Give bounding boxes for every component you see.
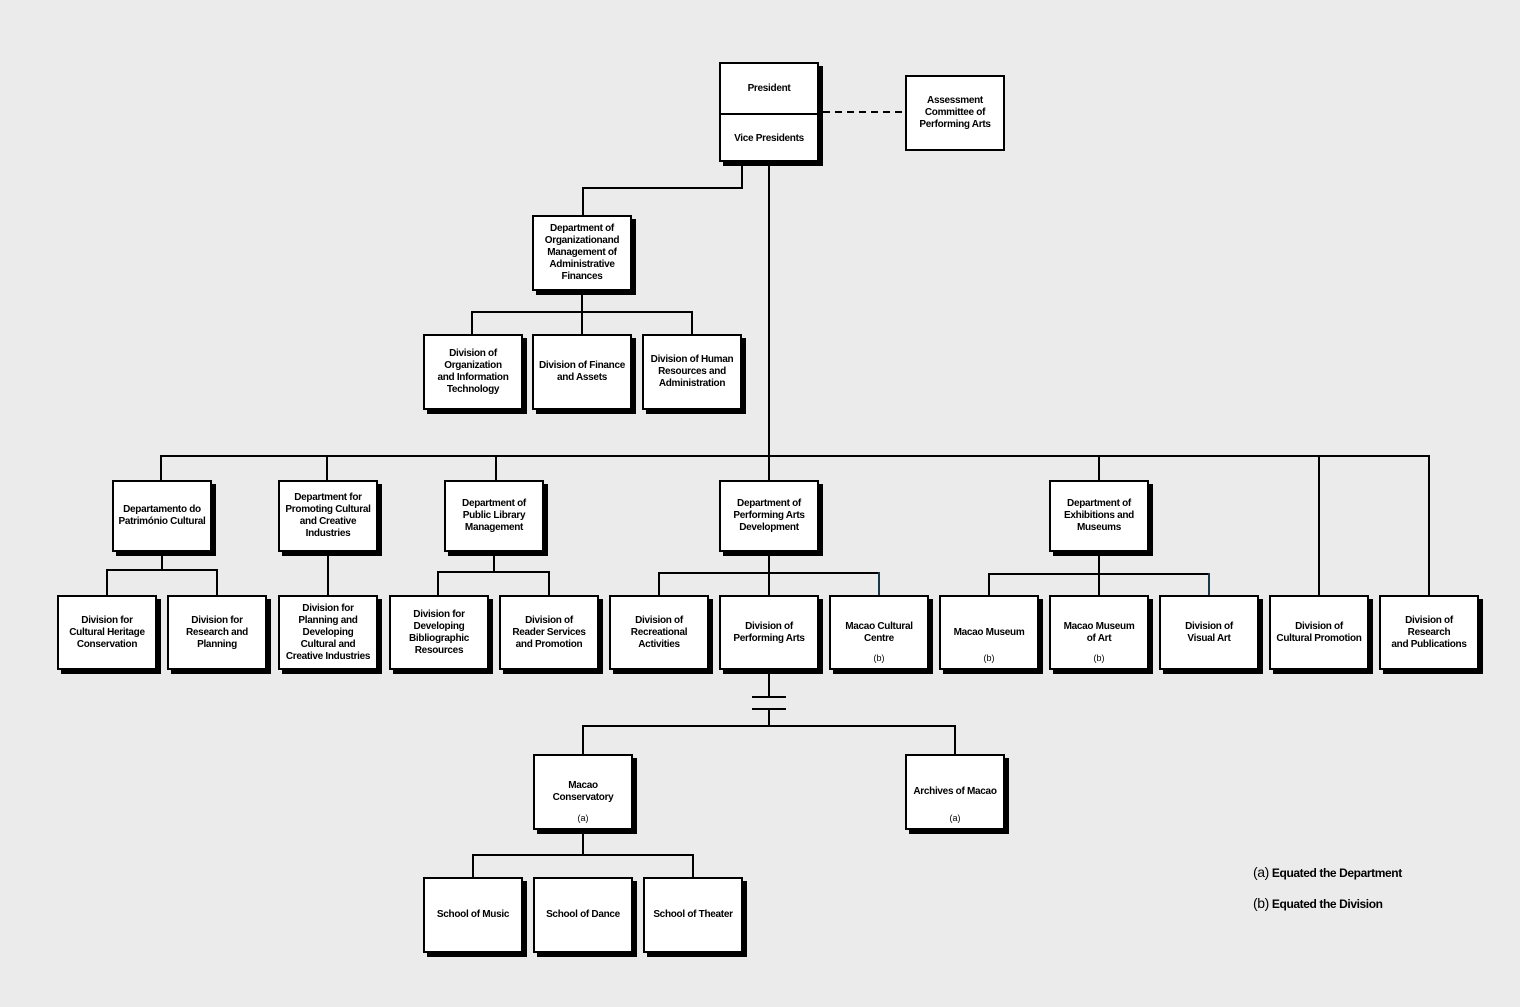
equated-unit-label: Archives of Macao bbox=[913, 786, 997, 797]
department-label: Department for Promoting Cultural and Cr… bbox=[285, 492, 371, 539]
division-box[interactable]: Division for Planning and Developing Cul… bbox=[278, 595, 378, 670]
admin-division-box[interactable]: Division of Human Resources and Administ… bbox=[642, 334, 742, 410]
division-label: Macao Museum of Art bbox=[1063, 620, 1135, 644]
admin-division-box[interactable]: Division of Organization and Information… bbox=[423, 334, 523, 410]
equated-unit-box[interactable]: Archives of Macao (a) bbox=[905, 754, 1005, 830]
direct-division-label: Division of Research and Publications bbox=[1391, 614, 1467, 650]
legend-mark: (a) bbox=[1253, 864, 1269, 880]
assessment-committee-box[interactable]: Assessment Committee of Performing Arts bbox=[905, 75, 1005, 151]
school-box[interactable]: School of Dance bbox=[533, 877, 633, 953]
admin-finance-department-box[interactable]: Department of Organizationand Management… bbox=[532, 215, 632, 291]
org-chart: President Vice Presidents Assessment Com… bbox=[0, 0, 1520, 1007]
department-box[interactable]: Department for Promoting Cultural and Cr… bbox=[278, 480, 378, 552]
department-label: Department of Performing Arts Developmen… bbox=[733, 498, 805, 533]
division-box[interactable]: Division for Research and Planning bbox=[167, 595, 267, 670]
equated-unit-box[interactable]: Macao Conservatory (a) bbox=[533, 754, 633, 830]
department-label: Department of Public Library Management bbox=[462, 498, 526, 533]
legend-text: Equated the Division bbox=[1271, 897, 1383, 911]
division-box[interactable]: Division of Reader Services and Promotio… bbox=[499, 595, 599, 670]
admin-division-box[interactable]: Division of Finance and Assets bbox=[532, 334, 632, 410]
department-label: Departamento do Património Cultural bbox=[118, 504, 206, 527]
equated-note: (b) bbox=[873, 653, 885, 663]
department-label: Department of Exhibitions and Museums bbox=[1064, 498, 1134, 533]
equated-note: (b) bbox=[983, 653, 995, 663]
direct-division-label: Division of Cultural Promotion bbox=[1276, 620, 1362, 644]
division-label: Division for Research and Planning bbox=[186, 614, 248, 650]
equated-note: (a) bbox=[949, 813, 961, 823]
school-label: School of Theater bbox=[653, 909, 733, 920]
direct-division-box[interactable]: Division of Research and Publications bbox=[1379, 595, 1479, 670]
admin-division-label: Division of Organization and Information… bbox=[437, 348, 509, 395]
department-box[interactable]: Departamento do Património Cultural bbox=[112, 480, 212, 552]
legend-text: Equated the Department bbox=[1271, 866, 1402, 880]
school-box[interactable]: School of Theater bbox=[643, 877, 743, 953]
admin-finance-department-label: Department of Organizationand Management… bbox=[544, 223, 620, 282]
school-box[interactable]: School of Music bbox=[423, 877, 523, 953]
division-box[interactable]: Division for Developing Bibliographic Re… bbox=[389, 595, 489, 670]
president-label: President bbox=[747, 82, 791, 94]
equated-unit-label: Macao Conservatory bbox=[552, 780, 614, 803]
division-box[interactable]: Division of Recreational Activities bbox=[609, 595, 709, 670]
admin-division-label: Division of Human Resources and Administ… bbox=[650, 354, 734, 389]
division-box[interactable]: Division for Cultural Heritage Conservat… bbox=[57, 595, 157, 670]
division-label: Macao Museum bbox=[953, 626, 1025, 638]
school-label: School of Dance bbox=[546, 909, 620, 920]
assessment-committee-label: Assessment Committee of Performing Arts bbox=[919, 95, 991, 130]
president-box[interactable]: President Vice Presidents bbox=[719, 62, 819, 162]
legend-item-a: (a) Equated the Department bbox=[1253, 864, 1402, 880]
equated-note: (b) bbox=[1093, 653, 1105, 663]
division-box[interactable]: Division of Visual Art bbox=[1159, 595, 1259, 670]
department-box[interactable]: Department of Performing Arts Developmen… bbox=[719, 480, 819, 552]
division-box[interactable]: Macao Museum (b) bbox=[939, 595, 1039, 670]
department-box[interactable]: Department of Exhibitions and Museums bbox=[1049, 480, 1149, 552]
division-box[interactable]: Division of Performing Arts bbox=[719, 595, 819, 670]
division-label: Division for Planning and Developing Cul… bbox=[285, 602, 371, 662]
legend-mark: (b) bbox=[1253, 895, 1269, 911]
school-label: School of Music bbox=[436, 909, 510, 920]
admin-division-label: Division of Finance and Assets bbox=[539, 360, 625, 383]
vice-presidents-label-wrap: Vice Presidents bbox=[721, 115, 817, 162]
division-label: Macao Cultural Centre bbox=[845, 620, 913, 644]
department-box[interactable]: Department of Public Library Management bbox=[444, 480, 544, 552]
division-label: Division for Cultural Heritage Conservat… bbox=[69, 614, 145, 650]
legend-item-b: (b) Equated the Division bbox=[1253, 895, 1383, 911]
division-label: Division of Visual Art bbox=[1185, 620, 1233, 644]
division-box[interactable]: Macao Cultural Centre (b) bbox=[829, 595, 929, 670]
equated-note: (a) bbox=[577, 813, 589, 823]
division-label: Division of Reader Services and Promotio… bbox=[512, 614, 586, 650]
division-label: Division of Recreational Activities bbox=[630, 614, 688, 650]
vice-presidents-label: Vice Presidents bbox=[734, 132, 804, 144]
division-box[interactable]: Macao Museum of Art (b) bbox=[1049, 595, 1149, 670]
direct-division-box[interactable]: Division of Cultural Promotion bbox=[1269, 595, 1369, 670]
president-label-wrap: President bbox=[721, 64, 817, 113]
division-label: Division for Developing Bibliographic Re… bbox=[409, 608, 469, 656]
division-label: Division of Performing Arts bbox=[733, 620, 805, 644]
